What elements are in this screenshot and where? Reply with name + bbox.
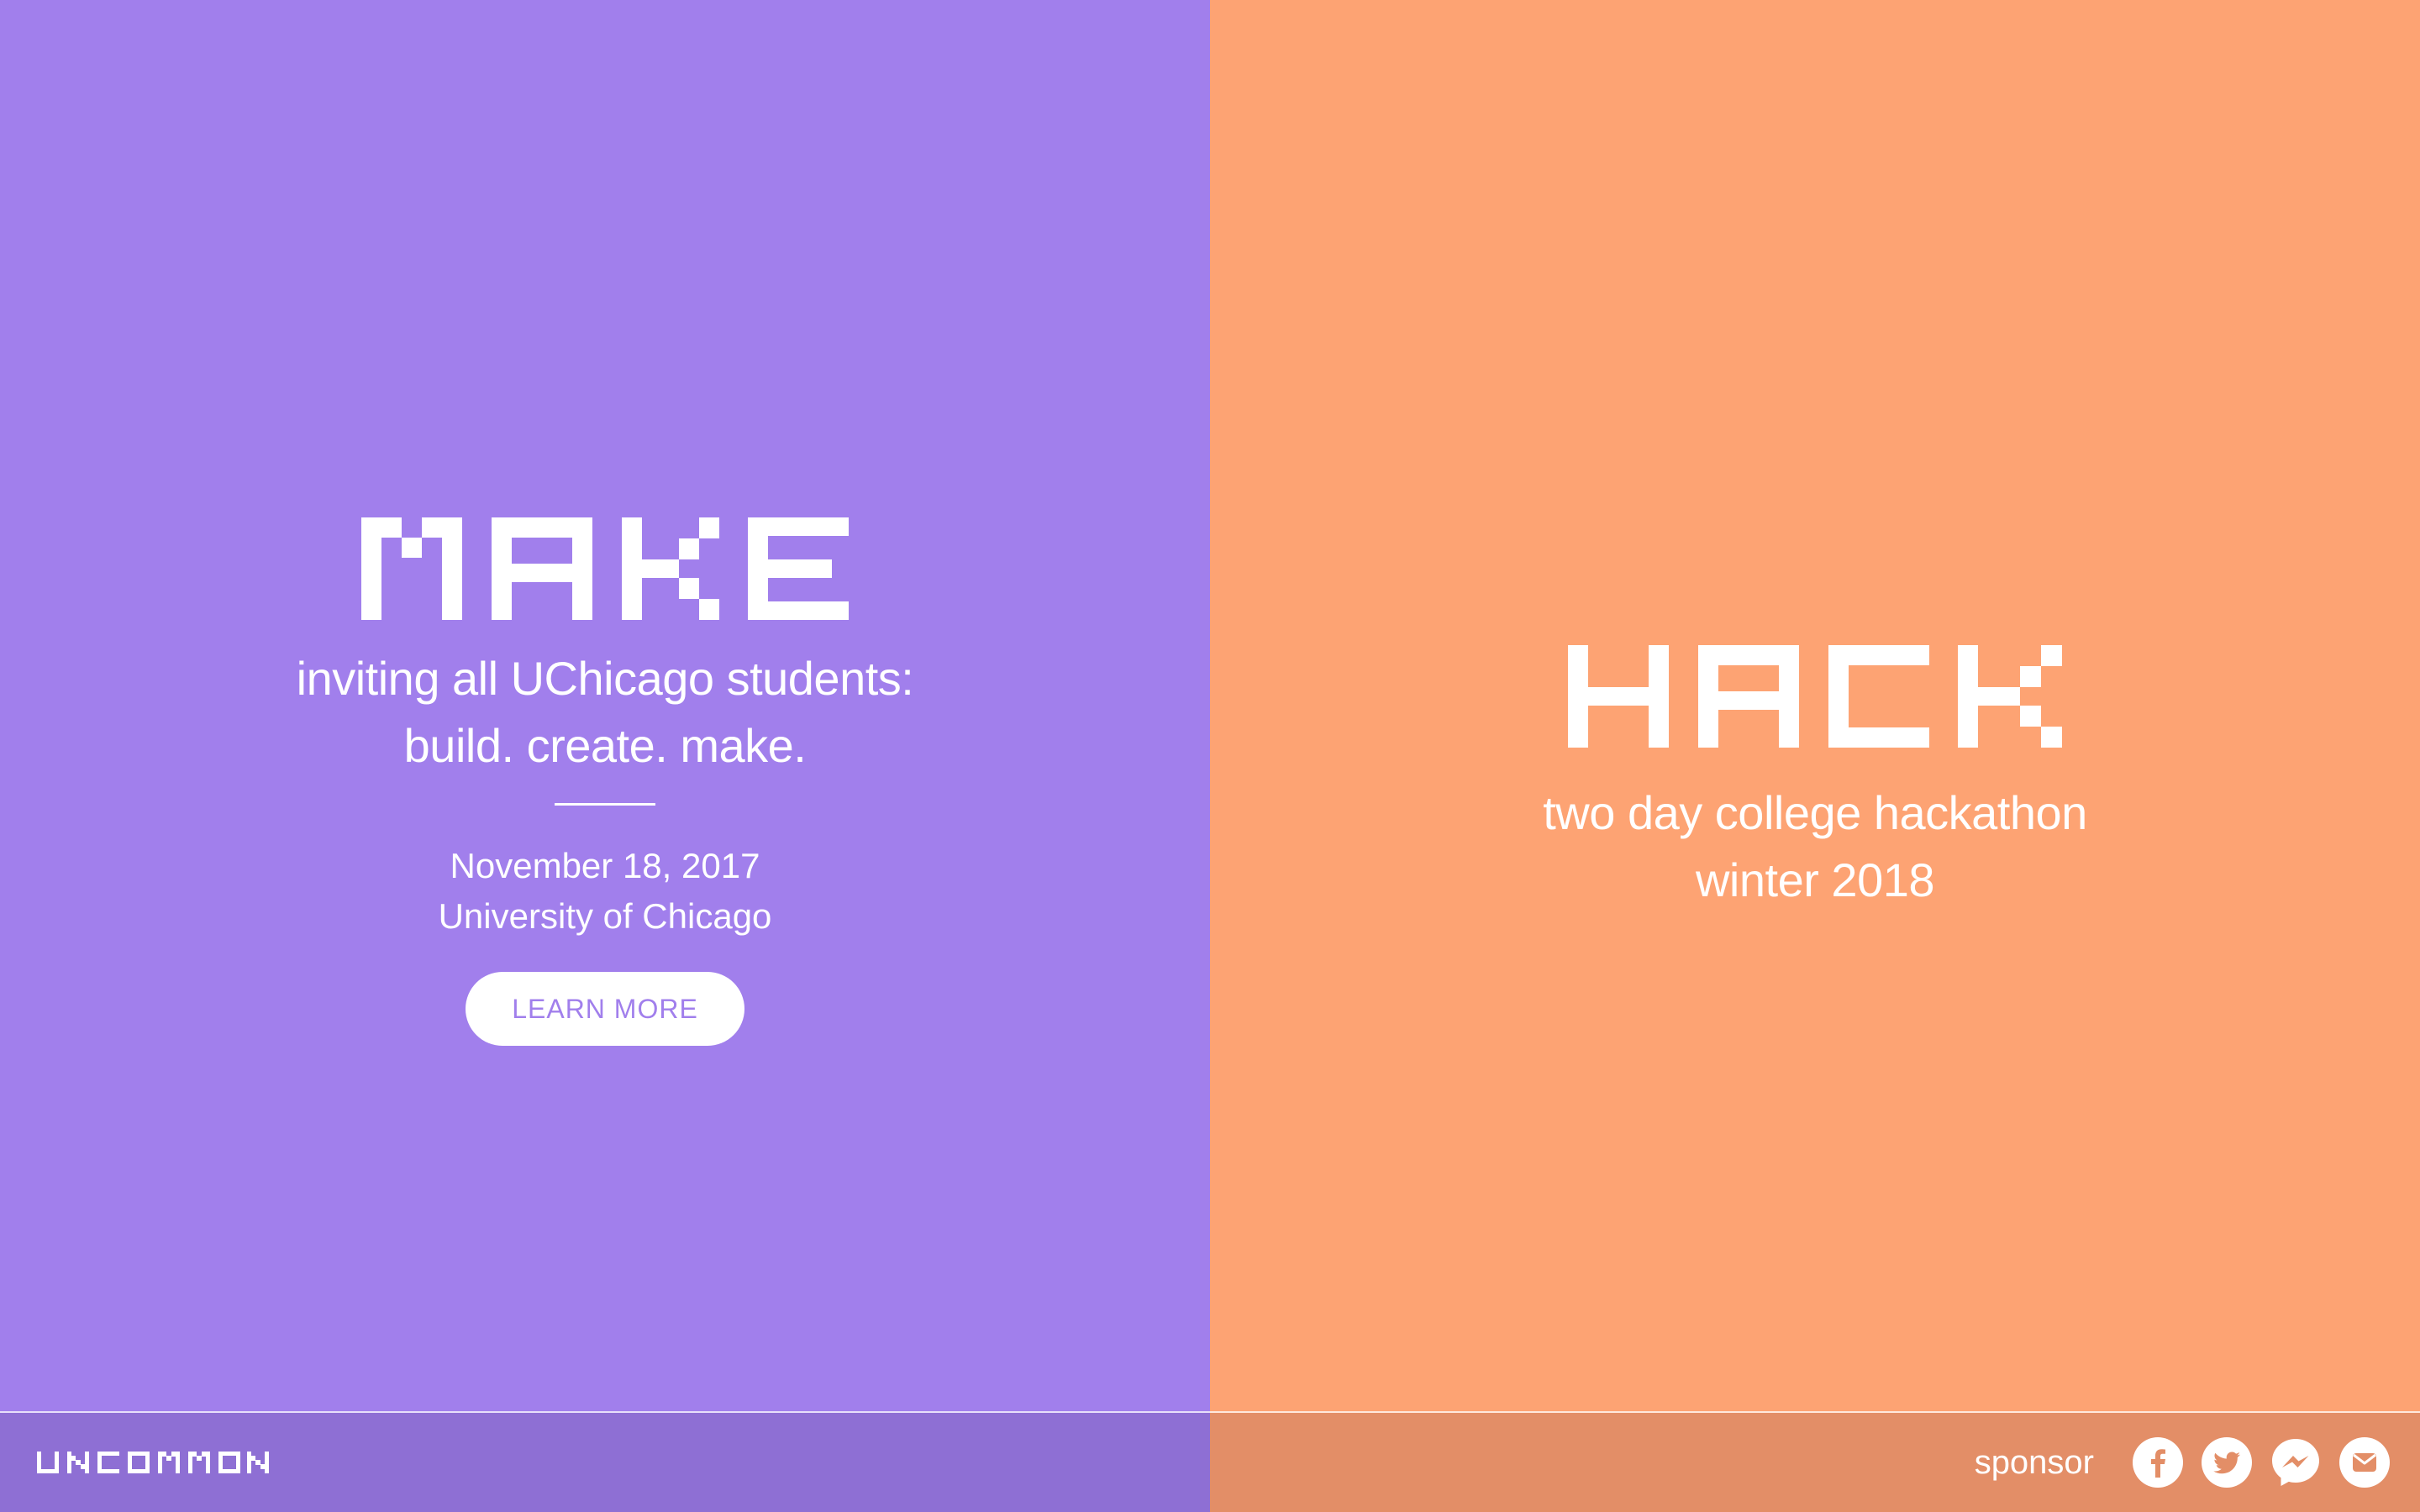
make-tagline-line2: build. create. make. — [403, 719, 807, 772]
hack-pixel-title — [1568, 645, 2062, 748]
hack-tagline: two day college hackathon winter 2018 — [1543, 780, 2087, 914]
make-pixel-title — [361, 517, 849, 620]
hack-tagline-line2: winter 2018 — [1695, 853, 1935, 906]
hack-tagline-line1: two day college hackathon — [1543, 786, 2087, 839]
hack-content: two day college hackathon winter 2018 — [1210, 645, 2420, 914]
twitter-icon[interactable] — [2202, 1437, 2252, 1488]
make-tagline-line1: inviting all UChicago students: — [296, 652, 914, 705]
sponsor-link[interactable]: sponsor — [1975, 1444, 2094, 1482]
footer: sponsor — [0, 1411, 2420, 1512]
make-panel[interactable]: inviting all UChicago students: build. c… — [0, 0, 1210, 1512]
footer-left — [0, 1413, 1210, 1512]
learn-more-button[interactable]: LEARN MORE — [466, 972, 744, 1046]
email-icon[interactable] — [2339, 1437, 2390, 1488]
page: inviting all UChicago students: build. c… — [0, 0, 2420, 1512]
hack-panel[interactable]: two day college hackathon winter 2018 — [1210, 0, 2420, 1512]
make-content: inviting all UChicago students: build. c… — [0, 517, 1210, 1046]
facebook-icon[interactable] — [2133, 1437, 2183, 1488]
social-links — [2133, 1437, 2390, 1488]
messenger-icon[interactable] — [2270, 1437, 2321, 1488]
event-date: November 18, 2017 — [450, 846, 760, 885]
divider — [555, 803, 655, 806]
event-location: University of Chicago — [438, 896, 772, 936]
uncommon-logo[interactable] — [37, 1452, 269, 1473]
make-tagline: inviting all UChicago students: build. c… — [297, 645, 914, 780]
footer-right: sponsor — [1210, 1413, 2420, 1512]
event-info: November 18, 2017 University of Chicago — [439, 841, 772, 942]
